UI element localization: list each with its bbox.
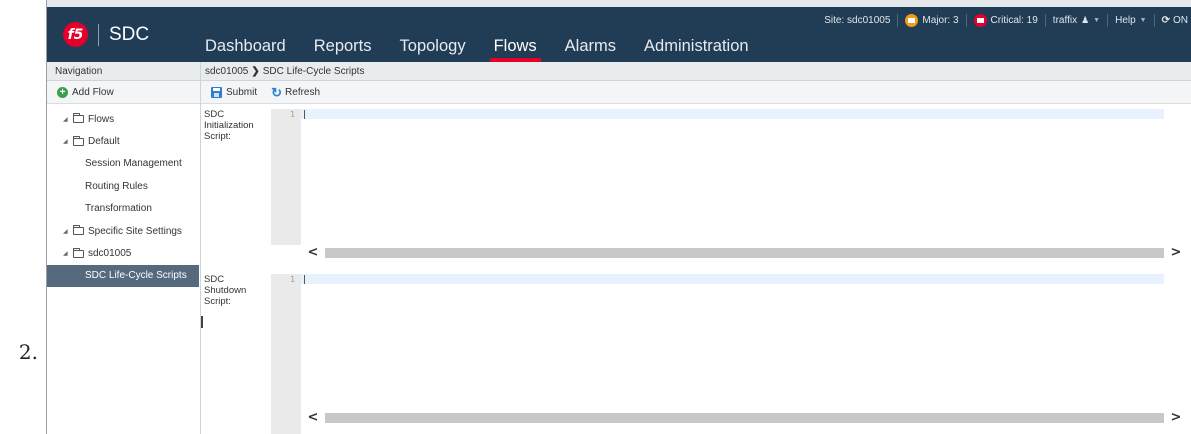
- expand-triangle-icon[interactable]: ◢: [63, 228, 73, 235]
- folder-icon: [73, 225, 84, 236]
- init-script-section: SDC Initialization Script: 1 < >: [201, 109, 1191, 260]
- submit-button[interactable]: Submit: [211, 86, 258, 98]
- shutdown-script-label: SDC Shutdown Script:: [204, 274, 247, 307]
- line-gutter: 1: [271, 109, 301, 245]
- tree-item-routing-rules[interactable]: Routing Rules: [47, 175, 200, 197]
- toolbar: Submit ↻ Refresh: [201, 81, 1191, 104]
- add-flow-button[interactable]: + Add Flow: [47, 81, 200, 104]
- tree-item-label: Default: [88, 136, 120, 148]
- nav-alarms[interactable]: Alarms: [565, 29, 616, 62]
- app-window: f5 SDC Dashboard Reports Topology Flows …: [46, 0, 1191, 434]
- top-header: f5 SDC Dashboard Reports Topology Flows …: [47, 0, 1191, 62]
- critical-flag-icon: [973, 13, 987, 27]
- tree-item-label: Flows: [88, 113, 115, 125]
- breadcrumb-site[interactable]: sdc01005: [205, 66, 248, 77]
- expand-triangle-icon[interactable]: ◢: [63, 250, 73, 257]
- nav-reports[interactable]: Reports: [314, 29, 372, 62]
- navigation-title: Navigation: [47, 62, 200, 81]
- tree-item-specific-site-settings[interactable]: ◢ Specific Site Settings: [47, 220, 200, 242]
- breadcrumb-chevron-icon: ❯: [251, 66, 260, 77]
- chevron-down-icon: ▼: [1139, 16, 1147, 24]
- expand-triangle-icon[interactable]: ◢: [63, 138, 73, 145]
- tree-item-sdc-life-cycle-scripts[interactable]: SDC Life-Cycle Scripts: [47, 264, 199, 288]
- add-flow-label: Add Flow: [72, 86, 114, 98]
- shutdown-script-section: SDC Shutdown Script: 1 < >: [201, 274, 1191, 434]
- help-menu[interactable]: Help ▼: [1108, 13, 1155, 27]
- site-label: Site: sdc01005: [824, 14, 891, 26]
- logo-divider: [98, 23, 99, 46]
- submit-label: Submit: [226, 86, 258, 98]
- folder-icon: [73, 113, 84, 124]
- scrollbar-thumb[interactable]: [325, 412, 1164, 423]
- sync-toggle[interactable]: ⟳ ON: [1155, 14, 1191, 27]
- save-icon: [211, 86, 222, 98]
- navigation-panel: Navigation + Add Flow ◢ Flows ◢ Default …: [47, 62, 201, 434]
- active-line-highlight: [301, 109, 1164, 119]
- refresh-button[interactable]: ↻ Refresh: [271, 84, 321, 100]
- folder-icon: [73, 135, 84, 146]
- line-gutter: 1: [271, 274, 301, 434]
- resize-handle[interactable]: [201, 316, 203, 328]
- active-line-highlight: [301, 274, 1164, 284]
- major-count: Major: 3: [922, 14, 959, 26]
- line-number: 1: [290, 110, 295, 119]
- tree-item-flows[interactable]: ◢ Flows: [47, 108, 200, 130]
- tree-item-session-management[interactable]: Session Management: [47, 153, 200, 175]
- critical-count: Critical: 19: [990, 14, 1038, 26]
- shutdown-code-area[interactable]: [301, 274, 1191, 410]
- major-alarms[interactable]: Major: 3: [898, 13, 967, 27]
- text-cursor: [304, 275, 305, 284]
- tree-item-default[interactable]: ◢ Default: [47, 130, 200, 152]
- scrollbar-thumb[interactable]: [325, 247, 1164, 258]
- line-number: 1: [290, 275, 295, 284]
- tree-item-label: sdc01005: [88, 248, 132, 260]
- critical-alarms[interactable]: Critical: 19: [967, 13, 1046, 27]
- scroll-left-icon[interactable]: <: [301, 410, 325, 425]
- sync-label: ON: [1173, 14, 1188, 26]
- tree-item-transformation[interactable]: Transformation: [47, 198, 200, 220]
- horizontal-scrollbar[interactable]: < >: [301, 410, 1191, 425]
- add-icon: +: [57, 86, 68, 98]
- flow-tree: ◢ Flows ◢ Default Session Management Rou…: [47, 104, 200, 288]
- shutdown-script-editor[interactable]: 1 < >: [271, 274, 1191, 434]
- refresh-icon: ↻: [271, 84, 283, 100]
- breadcrumb: sdc01005 ❯ SDC Life-Cycle Scripts: [201, 62, 1191, 81]
- init-code-area[interactable]: [301, 109, 1191, 245]
- help-label: Help: [1115, 14, 1136, 26]
- breadcrumb-page: SDC Life-Cycle Scripts: [262, 66, 365, 77]
- expand-triangle-icon[interactable]: ◢: [63, 116, 73, 123]
- horizontal-scrollbar[interactable]: < >: [301, 245, 1191, 260]
- scroll-left-icon[interactable]: <: [301, 245, 325, 260]
- tree-item-label: Specific Site Settings: [88, 225, 182, 237]
- list-marker: 2.: [18, 340, 38, 364]
- init-script-editor[interactable]: 1 < >: [271, 109, 1191, 260]
- major-flag-icon: [905, 13, 919, 27]
- user-menu[interactable]: traffix ♟ ▼: [1046, 13, 1109, 27]
- user-name: traffix: [1052, 14, 1078, 26]
- status-bar: Site: sdc01005 Major: 3 Critical: 19 tra…: [817, 11, 1191, 29]
- text-cursor: [304, 110, 305, 119]
- tree-item-sdc01005[interactable]: ◢ sdc01005: [47, 242, 200, 264]
- site-indicator: Site: sdc01005: [817, 13, 899, 27]
- sync-icon: ⟳: [1161, 14, 1170, 26]
- refresh-label: Refresh: [285, 86, 321, 98]
- scroll-right-icon[interactable]: >: [1164, 245, 1188, 260]
- brand-logo[interactable]: f5 SDC: [47, 7, 201, 62]
- content-panel: sdc01005 ❯ SDC Life-Cycle Scripts Submit ↻…: [201, 62, 1191, 434]
- scroll-right-icon[interactable]: >: [1164, 410, 1188, 425]
- nav-dashboard[interactable]: Dashboard: [205, 29, 286, 62]
- main-nav: Dashboard Reports Topology Flows Alarms …: [205, 29, 777, 62]
- nav-flows[interactable]: Flows: [489, 29, 541, 62]
- folder-icon: [73, 247, 84, 258]
- f5-logo-icon: f5: [63, 22, 88, 47]
- user-icon: ♟: [1081, 14, 1090, 25]
- product-name: SDC: [109, 23, 150, 45]
- nav-topology[interactable]: Topology: [400, 29, 466, 62]
- init-script-label: SDC Initialization Script:: [204, 109, 254, 142]
- chevron-down-icon: ▼: [1093, 16, 1101, 24]
- nav-administration[interactable]: Administration: [644, 29, 749, 62]
